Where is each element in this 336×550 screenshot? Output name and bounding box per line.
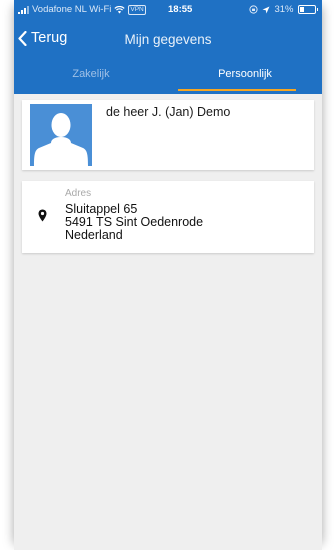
navigation-bar: Terug Mijn gegevens	[14, 28, 322, 52]
location-arrow-icon	[262, 6, 270, 13]
signal-icon	[18, 5, 29, 14]
address-country: Nederland	[65, 228, 123, 242]
address-lines: Sluitappel 65 5491 TS Sint Oedenrode Ned…	[65, 203, 203, 242]
page-title: Mijn gegevens	[124, 32, 212, 47]
avatar-silhouette-icon	[34, 113, 88, 166]
status-left: Vodafone NL Wi-Fi VPN	[18, 4, 146, 15]
profile-card[interactable]: de heer J. (Jan) Demo	[22, 100, 314, 170]
vpn-badge: VPN	[128, 4, 146, 15]
carrier-label: Vodafone NL Wi-Fi	[32, 4, 112, 15]
active-tab-indicator	[178, 89, 296, 91]
address-label: Adres	[65, 188, 92, 199]
status-time: 18:55	[168, 4, 193, 15]
header: Vodafone NL Wi-Fi VPN 18:55 31% Terug Mi…	[14, 0, 322, 94]
avatar	[30, 104, 92, 166]
tab-zakelijk[interactable]: Zakelijk	[14, 64, 168, 94]
orientation-lock-icon	[249, 5, 259, 14]
profile-name: de heer J. (Jan) Demo	[106, 105, 231, 119]
phone-screen: Vodafone NL Wi-Fi VPN 18:55 31% Terug Mi…	[14, 0, 322, 550]
tab-bar: Zakelijk Persoonlijk	[14, 64, 322, 94]
status-bar: Vodafone NL Wi-Fi VPN 18:55 31%	[14, 0, 322, 20]
location-pin-icon	[38, 209, 47, 222]
status-right: 31%	[249, 4, 318, 15]
battery-icon	[297, 5, 318, 14]
wifi-icon	[114, 5, 126, 13]
battery-percent: 31%	[274, 4, 294, 15]
address-card[interactable]: Adres Sluitappel 65 5491 TS Sint Oedenro…	[22, 181, 314, 253]
